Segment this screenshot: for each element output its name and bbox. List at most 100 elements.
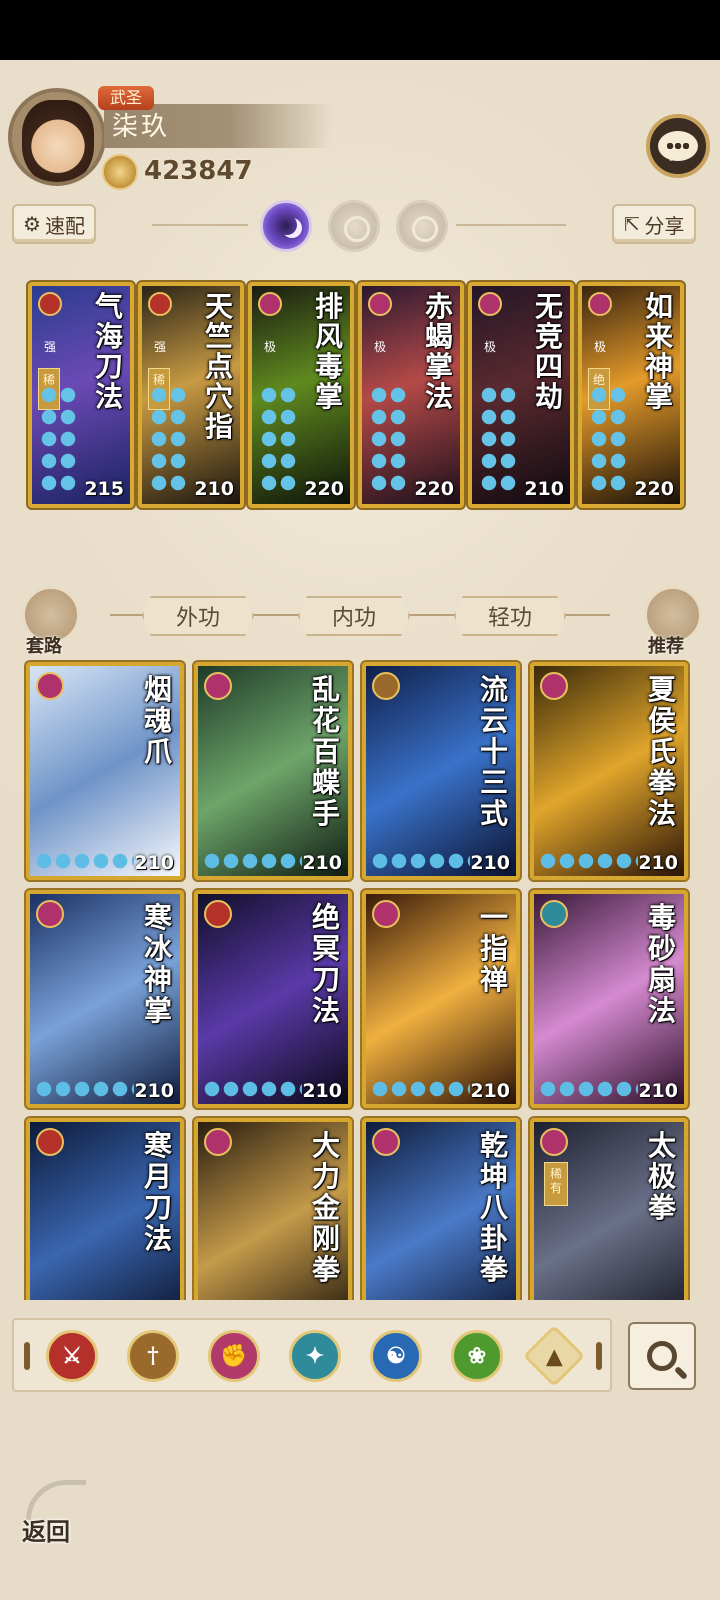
skill-power: 210: [638, 852, 678, 874]
whip-filter-button[interactable]: ❀: [451, 1330, 503, 1382]
taiji-icon: ☯: [386, 1343, 406, 1369]
power-icon: [102, 154, 138, 190]
gem-slots: [150, 386, 188, 496]
gem-slots: [372, 852, 470, 870]
loadout-1-button[interactable]: [260, 200, 312, 252]
equipped-skill-card[interactable]: 赤蝎掌法 极 220: [358, 282, 464, 508]
skill-power: 220: [634, 478, 674, 500]
skill-card[interactable]: 乱花百蝶手 210: [194, 662, 352, 880]
share-button[interactable]: ⇱ 分享: [612, 204, 696, 244]
fan-filter-button[interactable]: ✦: [289, 1330, 341, 1382]
skill-title: 一指禅: [479, 901, 508, 996]
equipped-skill-card[interactable]: 如来神掌 极 绝世 220: [578, 282, 684, 508]
skill-title: 毒砂扇法: [647, 901, 676, 1027]
school-icon: [36, 1128, 64, 1156]
equipped-skill-card[interactable]: 气海刀法 强 稀有 215: [28, 282, 134, 508]
skill-title: 赤蝎掌法: [424, 290, 453, 413]
skill-grade: 极: [593, 340, 606, 354]
skill-power: 210: [524, 478, 564, 500]
power-value: 423847: [144, 156, 253, 186]
skill-power: 210: [134, 852, 174, 874]
skill-power: 210: [470, 852, 510, 874]
skill-card[interactable]: 寒冰神掌 210: [26, 890, 184, 1108]
back-label: 返回: [22, 1517, 70, 1546]
skill-title: 烟魂爪: [143, 673, 172, 768]
equipped-skill-card[interactable]: 无竞四劫 极 210: [468, 282, 574, 508]
skill-card[interactable]: 绝冥刀法 210: [194, 890, 352, 1108]
skill-card[interactable]: 流云十三式 210: [362, 662, 520, 880]
gem-slots: [260, 386, 298, 496]
school-icon: [258, 292, 282, 316]
gem-slots: [204, 1080, 302, 1098]
loadout-3-button[interactable]: [396, 200, 448, 252]
school-icon: [38, 292, 62, 316]
skill-title: 乱花百蝶手: [311, 673, 340, 830]
skill-power: 220: [304, 478, 344, 500]
avatar[interactable]: [8, 88, 106, 186]
school-icon: [588, 292, 612, 316]
gear-icon: ⚙: [23, 212, 41, 236]
skill-title: 大力金刚拳: [311, 1129, 340, 1286]
skill-title: 如来神掌: [644, 290, 673, 413]
search-button[interactable]: [628, 1322, 696, 1390]
filter-bar-cap: [596, 1342, 602, 1370]
skill-card[interactable]: 乾坤八卦拳: [362, 1118, 520, 1300]
gem-slots: [540, 852, 638, 870]
share-icon: ⇱: [623, 212, 641, 236]
skill-card[interactable]: 大力金刚拳: [194, 1118, 352, 1300]
loadout-2-button[interactable]: [328, 200, 380, 252]
tab-label: 轻功: [487, 606, 532, 631]
skill-title: 排风毒掌: [314, 290, 343, 413]
rarity-tag: 稀有: [544, 1162, 568, 1206]
skill-card[interactable]: 稀有 太极拳: [530, 1118, 688, 1300]
skill-title: 无竞四劫: [534, 290, 563, 413]
gem-slots: [480, 386, 518, 496]
gem-slots: [36, 852, 134, 870]
school-icon: [204, 900, 232, 928]
skill-grade: 极: [483, 340, 496, 354]
skill-grade: 极: [263, 340, 276, 354]
fist-filter-button[interactable]: ✊: [208, 1330, 260, 1382]
school-icon: [368, 292, 392, 316]
divider: [152, 224, 248, 226]
skill-card[interactable]: 毒砂扇法 210: [530, 890, 688, 1108]
skill-card[interactable]: 一指禅 210: [362, 890, 520, 1108]
school-icon: [36, 900, 64, 928]
filter-bar-cap: [24, 1342, 30, 1370]
school-icon: [148, 292, 172, 316]
search-icon: [647, 1341, 677, 1371]
gem-slots: [36, 1080, 134, 1098]
skill-title: 天竺点穴指: [204, 290, 233, 443]
skill-title: 流云十三式: [479, 673, 508, 830]
skill-title: 绝冥刀法: [311, 901, 340, 1027]
gem-slots: [370, 386, 408, 496]
quick-match-label: 速配: [44, 213, 85, 238]
skill-power: 220: [414, 478, 454, 500]
skill-card[interactable]: 寒月刀法: [26, 1118, 184, 1300]
sword-filter-button[interactable]: †: [127, 1330, 179, 1382]
player-name: 柒玖: [112, 112, 171, 142]
school-icon: [478, 292, 502, 316]
skill-power: 210: [638, 1080, 678, 1102]
skill-title: 乾坤八卦拳: [479, 1129, 508, 1286]
up-arrow-icon: ▲: [545, 1342, 563, 1369]
sword-icon: †: [147, 1343, 159, 1369]
school-icon: [372, 1128, 400, 1156]
avatar-portrait: [22, 100, 94, 182]
blade-filter-button[interactable]: ⚔: [46, 1330, 98, 1382]
chat-button[interactable]: [646, 114, 710, 178]
skill-title: 寒冰神掌: [143, 901, 172, 1027]
status-bar: [0, 0, 720, 60]
equipped-skill-card[interactable]: 天竺点穴指 强 稀有 210: [138, 282, 244, 508]
equipped-skill-card[interactable]: 排风毒掌 极 220: [248, 282, 354, 508]
school-icon: [36, 672, 64, 700]
tab-internal[interactable]: 内功: [290, 592, 418, 640]
tab-lightness[interactable]: 轻功: [446, 592, 574, 640]
quick-match-button[interactable]: ⚙ 速配: [12, 204, 96, 244]
tab-external[interactable]: 外功: [134, 592, 262, 640]
fan-icon: ✦: [305, 1343, 325, 1369]
skill-card[interactable]: 烟魂爪 210: [26, 662, 184, 880]
blade-icon: ⚔: [62, 1343, 82, 1369]
skill-card[interactable]: 夏侯氏拳法 210: [530, 662, 688, 880]
taiji-filter-button[interactable]: ☯: [370, 1330, 422, 1382]
